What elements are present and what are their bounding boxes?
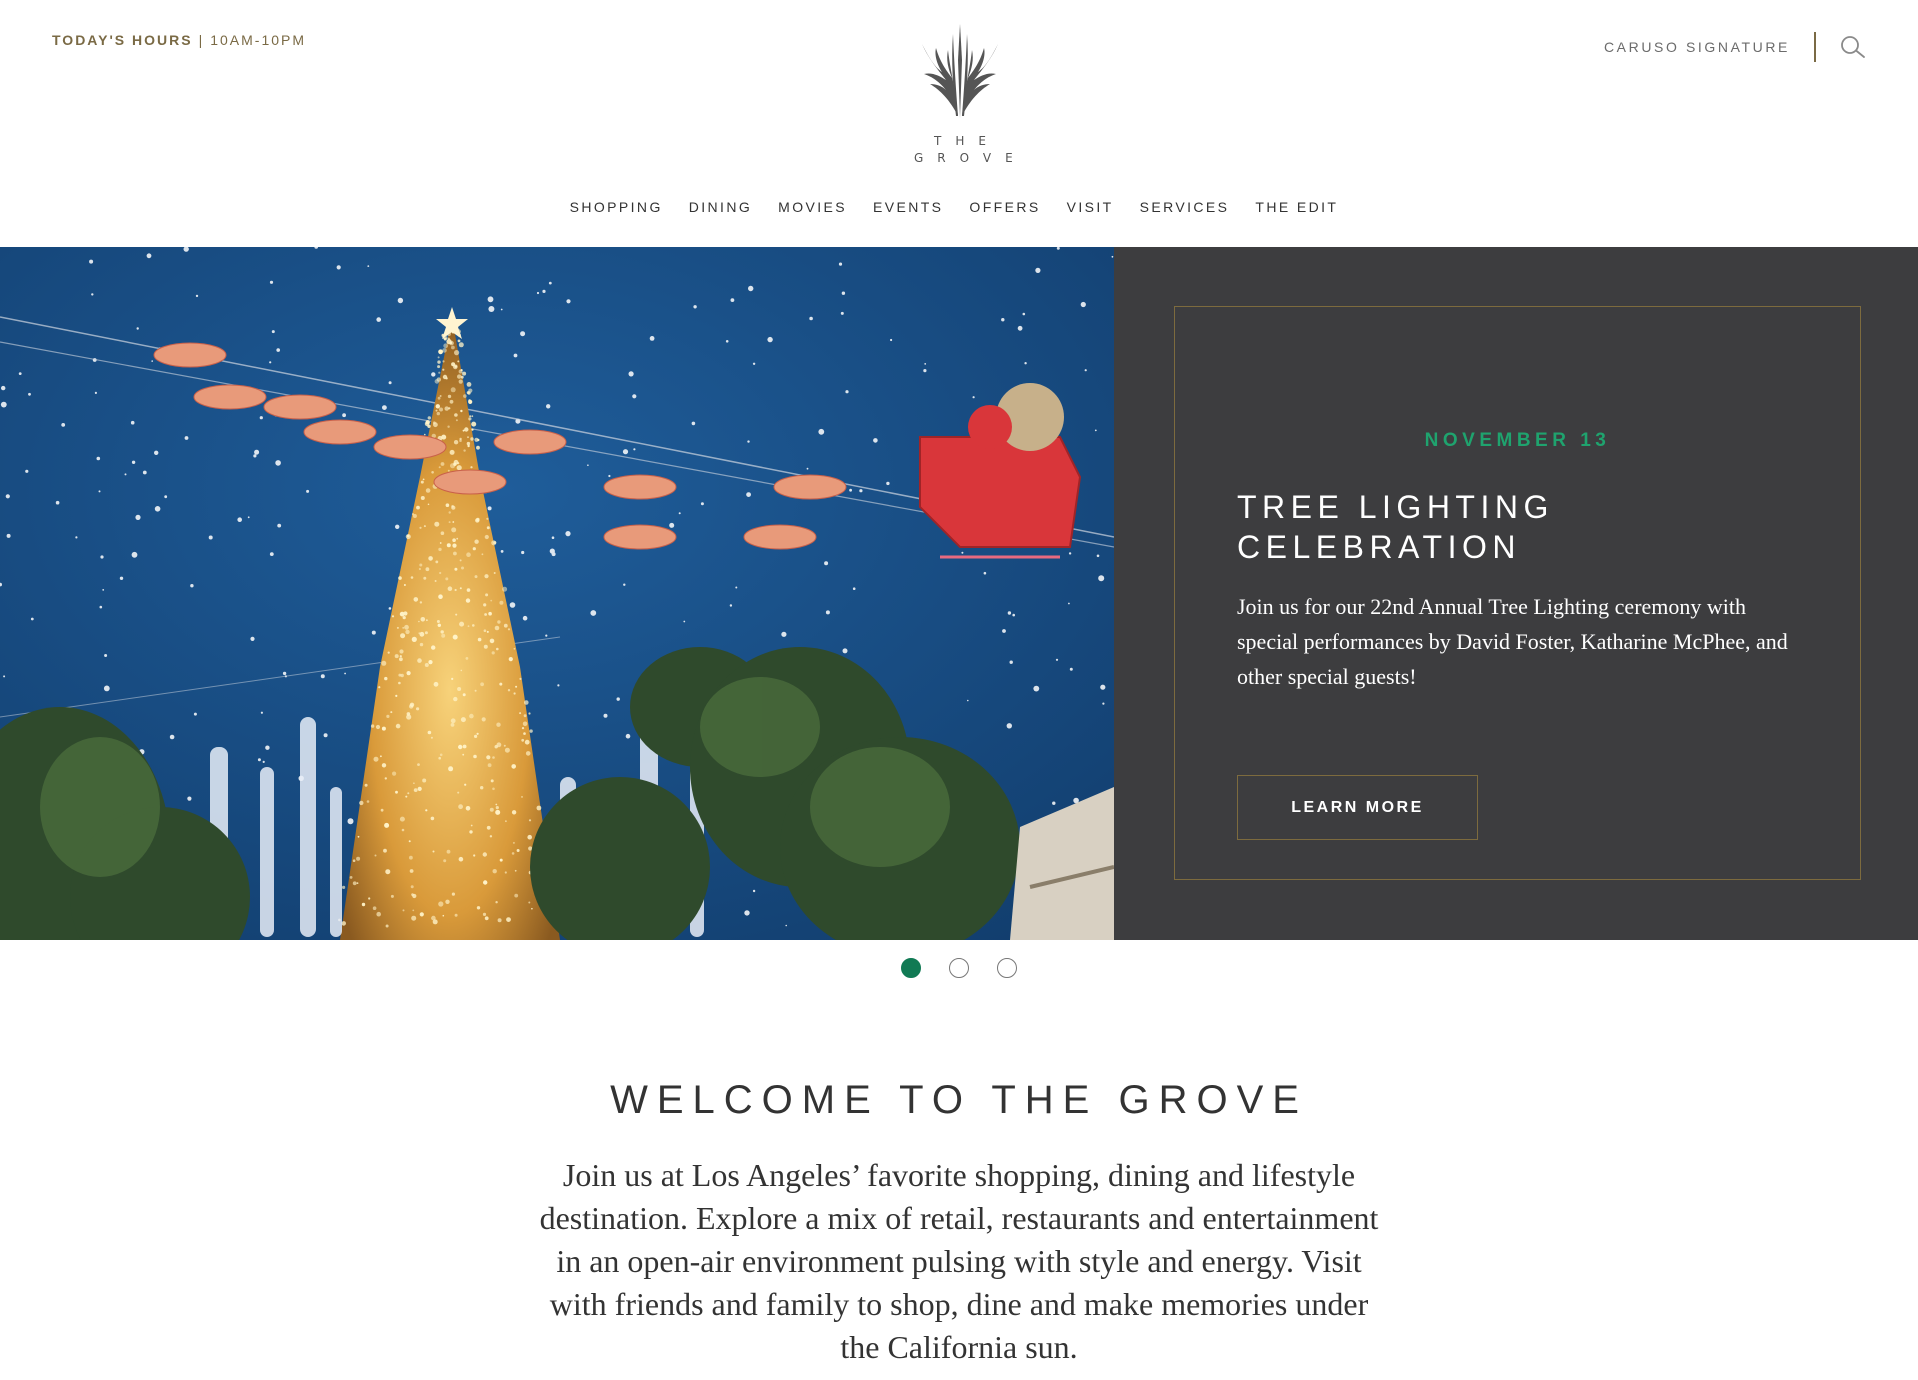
hours-separator: | (198, 32, 205, 48)
hero-event-date: NOVEMBER 13 (1424, 430, 1611, 451)
header-divider (1814, 32, 1816, 62)
hero-image-tree-lighting[interactable] (0, 247, 1114, 940)
logo-text-grove: GROVE (914, 151, 1027, 165)
welcome-description: Join us at Los Angeles’ favorite shoppin… (539, 1157, 1379, 1365)
site-header: TODAY'S HOURS | 10AM-10PM THE GROVE CARUSO… (0, 0, 1918, 247)
palm-logo-icon (922, 24, 998, 118)
carousel-dot-2[interactable] (949, 958, 969, 978)
welcome-title: WELCOME TO THE GROVE (610, 1078, 1308, 1122)
logo-text-the: THE (934, 134, 1000, 148)
caruso-signature-link[interactable]: CARUSO SIGNATURE (1604, 39, 1790, 55)
nav-item-events[interactable]: EVENTS (873, 199, 943, 215)
carousel-dot-1[interactable] (901, 958, 921, 978)
main-nav: SHOPPING DINING MOVIES EVENTS OFFERS VIS… (0, 199, 1918, 215)
the-grove-logo[interactable]: THE GROVE (900, 20, 1020, 170)
hero-event-description: Join us for our 22nd Annual Tree Lightin… (1237, 594, 1788, 689)
search-button[interactable] (1838, 32, 1868, 62)
learn-more-button[interactable]: LEARN MORE (1237, 775, 1478, 840)
carousel-dot-3[interactable] (997, 958, 1017, 978)
hero-event-title: TREE LIGHTING CELEBRATION (1237, 489, 1554, 565)
todays-hours: TODAY'S HOURS | 10AM-10PM (52, 32, 306, 48)
nav-item-dining[interactable]: DINING (689, 199, 752, 215)
hours-label: TODAY'S HOURS (52, 32, 193, 48)
nav-item-shopping[interactable]: SHOPPING (570, 199, 663, 215)
header-utilities: CARUSO SIGNATURE (1604, 30, 1868, 64)
nav-item-offers[interactable]: OFFERS (969, 199, 1040, 215)
hero-carousel: NOVEMBER 13 TREE LIGHTING CELEBRATION Jo… (0, 247, 1918, 940)
nav-item-services[interactable]: SERVICES (1140, 199, 1230, 215)
carousel-pagination (0, 958, 1918, 978)
nav-item-the-edit[interactable]: THE EDIT (1255, 199, 1338, 215)
search-icon (1841, 36, 1865, 58)
hero-event-card: NOVEMBER 13 TREE LIGHTING CELEBRATION Jo… (1174, 306, 1861, 880)
nav-item-visit[interactable]: VISIT (1067, 199, 1114, 215)
hours-value: 10AM-10PM (210, 32, 307, 48)
nav-item-movies[interactable]: MOVIES (778, 199, 847, 215)
